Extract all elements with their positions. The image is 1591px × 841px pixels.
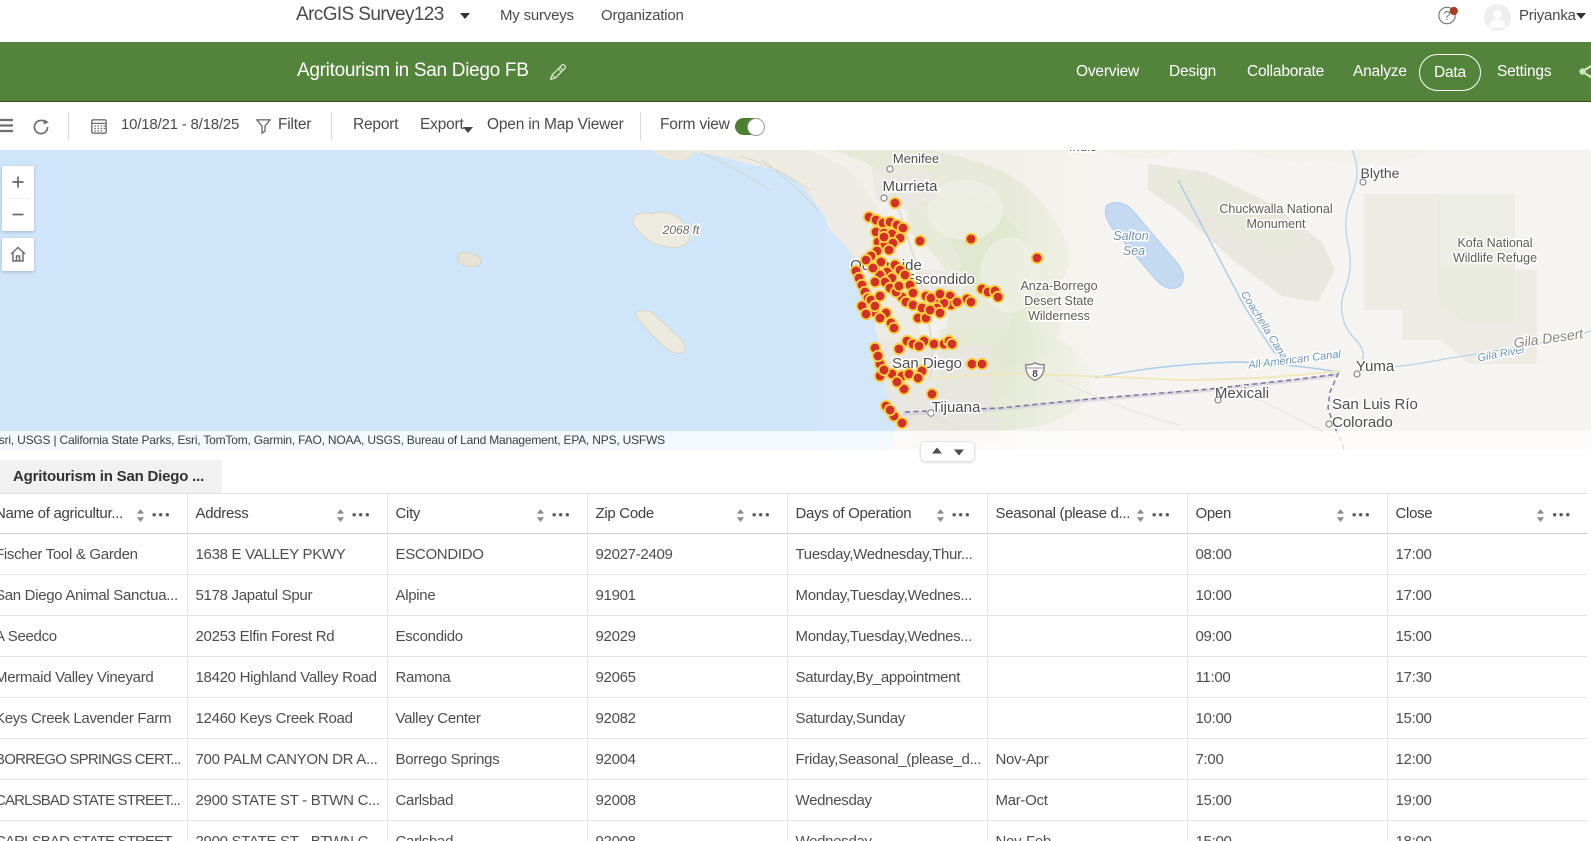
svg-text:Kofa National: Kofa National bbox=[1457, 236, 1532, 250]
svg-text:Salton: Salton bbox=[1113, 229, 1148, 243]
svg-text:Chuckwalla National: Chuckwalla National bbox=[1219, 202, 1332, 216]
svg-text:Colorado: Colorado bbox=[1332, 414, 1393, 431]
svg-text:Blythe: Blythe bbox=[1361, 165, 1400, 181]
svg-text:Indio: Indio bbox=[1069, 150, 1097, 154]
svg-text:Tijuana: Tijuana bbox=[932, 399, 981, 416]
svg-text:2068 ft: 2068 ft bbox=[662, 223, 700, 237]
svg-text:San Luis Río: San Luis Río bbox=[1332, 396, 1418, 413]
svg-text:Sea: Sea bbox=[1123, 244, 1145, 258]
svg-text:Wildlife Refuge: Wildlife Refuge bbox=[1453, 251, 1537, 265]
svg-text:Desert State: Desert State bbox=[1024, 294, 1094, 308]
svg-text:Anza-Borrego: Anza-Borrego bbox=[1020, 279, 1097, 293]
svg-text:Menifee: Menifee bbox=[893, 151, 939, 166]
svg-text:Murrieta: Murrieta bbox=[882, 178, 938, 195]
svg-text:Monument: Monument bbox=[1246, 217, 1306, 231]
svg-text:Wilderness: Wilderness bbox=[1028, 309, 1090, 323]
svg-text:?: ? bbox=[1443, 8, 1450, 23]
svg-text:Mexicali: Mexicali bbox=[1215, 385, 1269, 402]
svg-text:8: 8 bbox=[1032, 369, 1038, 380]
svg-text:Yuma: Yuma bbox=[1356, 358, 1395, 375]
